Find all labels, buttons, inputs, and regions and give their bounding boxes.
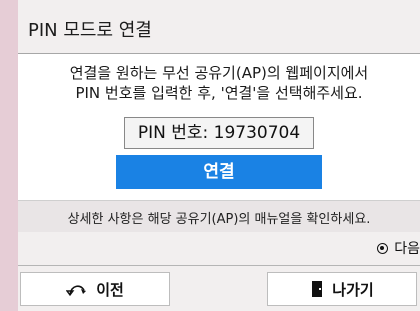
next-option[interactable]: 다음 <box>377 238 420 258</box>
pin-number-display: PIN 번호: 19730704 <box>124 117 314 149</box>
instruction-line-1: 연결을 원하는 무선 공유기(AP)의 웹페이지에서 <box>69 64 369 82</box>
dialog-title: PIN 모드로 연결 <box>28 20 152 41</box>
exit-label: 나가기 <box>332 280 374 299</box>
radio-selected-icon <box>377 242 389 254</box>
instruction-line-2: PIN 번호를 입력한 후, '연결'을 선택해주세요. <box>75 84 363 102</box>
manual-note: 상세한 사항은 해당 공유기(AP)의 매뉴얼을 확인하세요. <box>67 212 371 227</box>
footer-divider <box>18 265 420 266</box>
exit-button[interactable]: 나가기 <box>267 272 417 306</box>
return-arrow-icon <box>66 285 87 297</box>
instruction-text: 연결을 원하는 무선 공유기(AP)의 웹페이지에서 PIN 번호를 입력한 후… <box>18 63 420 103</box>
next-label: 다음 <box>394 241 420 257</box>
pin-mode-dialog: PIN 모드로 연결 연결을 원하는 무선 공유기(AP)의 웹페이지에서 PI… <box>18 0 420 311</box>
prev-button[interactable]: 이전 <box>20 272 170 306</box>
title-bar: PIN 모드로 연결 <box>18 0 420 54</box>
dialog-body: 연결을 원하는 무선 공유기(AP)의 웹페이지에서 PIN 번호를 입력한 후… <box>18 54 420 200</box>
prev-label: 이전 <box>96 280 124 299</box>
connect-button[interactable]: 연결 <box>116 155 322 189</box>
door-icon <box>312 281 323 297</box>
note-area: 상세한 사항은 해당 공유기(AP)의 매뉴얼을 확인하세요. <box>18 200 420 232</box>
